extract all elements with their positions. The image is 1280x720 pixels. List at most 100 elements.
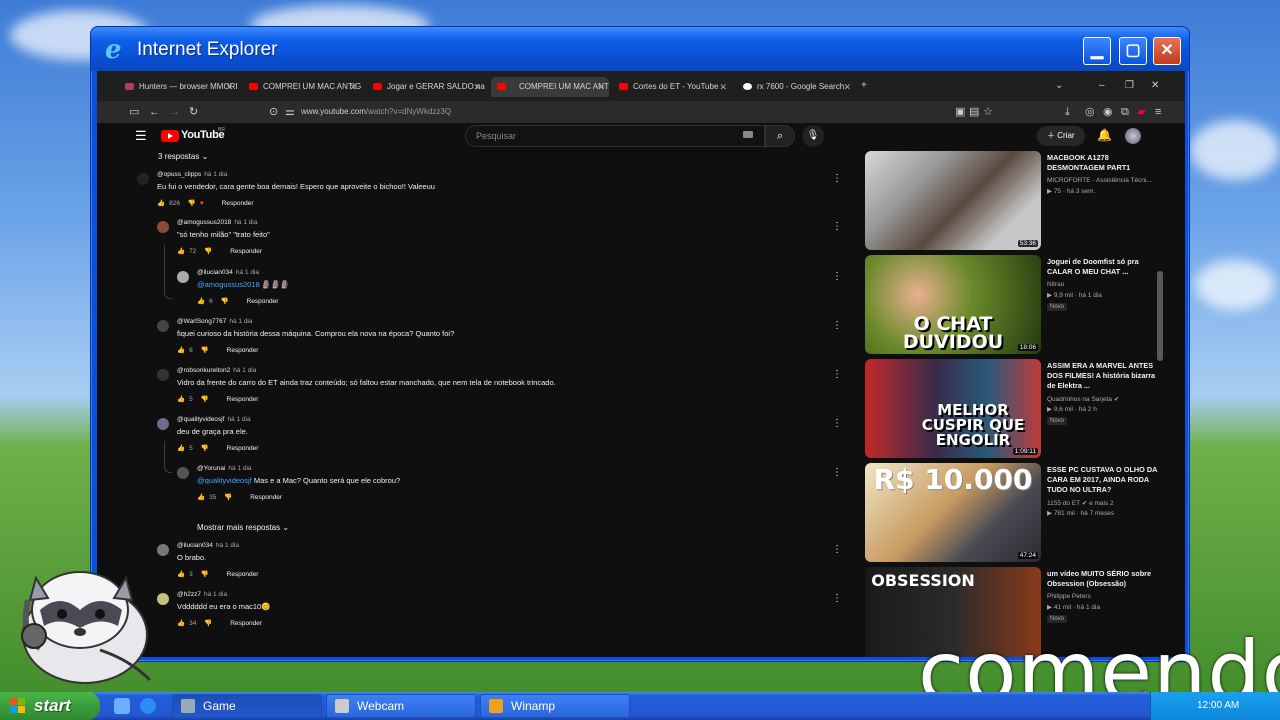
hamburger-menu-icon[interactable]: ☰ [135, 128, 147, 144]
forward-icon[interactable]: → [169, 104, 180, 120]
browser-minimize-icon[interactable]: – [1099, 77, 1105, 95]
site-settings-icon[interactable]: ⚌ [285, 104, 295, 120]
create-button[interactable]: ＋ Criar [1037, 126, 1085, 146]
reply-button[interactable]: Responder [227, 396, 259, 403]
account-icon[interactable]: ◉ [1103, 104, 1113, 120]
comment-time[interactable]: há 1 dia [236, 269, 259, 276]
comment-author[interactable]: @qualityvideosjf [177, 416, 224, 423]
video-title[interactable]: um vídeo MUITO SÉRIO sobre Obsession (Ob… [1047, 569, 1159, 589]
screenshot-icon[interactable]: ▣ [955, 104, 965, 120]
scrollbar[interactable] [1157, 271, 1163, 361]
avatar[interactable] [177, 467, 189, 479]
quicklaunch-desktop-icon[interactable] [114, 698, 130, 714]
notifications-bell-icon[interactable]: 🔔 [1097, 128, 1112, 142]
dislike-icon[interactable]: 👎 [201, 395, 209, 403]
more-options-icon[interactable]: ⋮ [832, 593, 842, 604]
more-options-icon[interactable]: ⋮ [832, 320, 842, 331]
bookmark-star-icon[interactable]: ☆ [983, 104, 993, 120]
reply-button[interactable]: Responder [227, 347, 259, 354]
comment-time[interactable]: há 1 dia [216, 542, 239, 549]
tab-mac-active[interactable]: COMPREI UM MAC ANTIG ✕ [491, 77, 609, 97]
avatar[interactable] [157, 418, 169, 430]
tab-hunters[interactable]: Hunters — browser MMORPG ✕ [119, 77, 237, 97]
comment-author[interactable]: @ilucian034 [177, 542, 213, 549]
minimize-button[interactable]: ▁ [1083, 37, 1111, 65]
more-options-icon[interactable]: ⋮ [832, 544, 842, 555]
dislike-icon[interactable]: 👎 [201, 346, 209, 354]
video-thumbnail[interactable]: 53:36 [865, 151, 1041, 250]
like-icon[interactable]: 👍 [177, 444, 185, 452]
video-title[interactable]: MACBOOK A1278 DESMONTAGEM PART1 [1047, 153, 1159, 173]
start-button[interactable]: start [0, 692, 100, 720]
video-card[interactable]: R$ 10.000 47:24 ESSE PC CUSTAVA O OLHO D… [865, 463, 1165, 563]
like-icon[interactable]: 👍 [177, 247, 185, 255]
like-icon[interactable]: 👍 [197, 297, 205, 305]
address-bar[interactable]: www.youtube.com/watch?v=dNyWkdzz3Q [301, 103, 971, 121]
dislike-icon[interactable]: 👎 [188, 199, 196, 207]
comment-time[interactable]: há 1 dia [234, 219, 257, 226]
youtube-logo-icon[interactable] [161, 130, 179, 142]
comment-time[interactable]: há 1 dia [233, 367, 256, 374]
search-button[interactable]: ⌕ [765, 125, 795, 147]
reload-icon[interactable]: ↻ [189, 104, 198, 120]
close-tab-icon[interactable]: ✕ [349, 77, 357, 97]
like-icon[interactable]: 👍 [177, 346, 185, 354]
close-tab-icon[interactable]: ✕ [597, 77, 605, 97]
browser-close-icon[interactable]: ✕ [1151, 77, 1159, 95]
search-input[interactable]: Pesquisar [465, 125, 765, 147]
comment-author[interactable]: @ilucian034 [197, 269, 233, 276]
tab-steam[interactable]: Jogar e GERAR SALDO na STEAM ✕ [367, 77, 485, 97]
taskbar-item-game[interactable]: Game [172, 694, 322, 718]
reply-button[interactable]: Responder [227, 571, 259, 578]
like-icon[interactable]: 👍 [177, 570, 185, 578]
comment-time[interactable]: há 1 dia [228, 465, 251, 472]
comment-author[interactable]: @h2zz7 [177, 591, 201, 598]
sidebar-toggle-icon[interactable]: ▭ [129, 104, 139, 120]
comment-author[interactable]: @robsonkureiton2 [177, 367, 230, 374]
tab-list-chevron-icon[interactable]: ⌄ [1055, 77, 1063, 95]
site-info-icon[interactable]: ⊙ [269, 104, 278, 120]
comment-time[interactable]: há 1 dia [204, 591, 227, 598]
replies-toggle[interactable]: 3 respostas ⌄ [158, 152, 208, 161]
more-options-icon[interactable]: ⋮ [832, 467, 842, 478]
mention-link[interactable]: @amogussus2018 [197, 280, 260, 289]
like-icon[interactable]: 👍 [177, 619, 185, 627]
reply-button[interactable]: Responder [230, 248, 262, 255]
keyboard-icon[interactable] [743, 131, 753, 138]
dislike-icon[interactable]: 👎 [221, 297, 229, 305]
avatar[interactable] [157, 221, 169, 233]
channel-name[interactable]: MICROFORTE - Assistência Técni... [1047, 177, 1152, 184]
channel-name[interactable]: Quadrinhos na Sarjeta ✔ [1047, 395, 1119, 403]
comment-author[interactable]: @WarlSong7767 [177, 318, 226, 325]
like-icon[interactable]: 👍 [177, 395, 185, 403]
clock[interactable]: 12:00 AM [1197, 700, 1239, 711]
more-options-icon[interactable]: ⋮ [832, 271, 842, 282]
close-tab-icon[interactable]: ✕ [843, 77, 851, 97]
comment-author[interactable]: @amogussus2018 [177, 219, 231, 226]
video-title[interactable]: Joguei de Doomfist só pra CALAR O MEU CH… [1047, 257, 1159, 277]
reply-button[interactable]: Responder [222, 200, 254, 207]
avatar[interactable] [1125, 128, 1141, 144]
tab-mac-1[interactable]: COMPREI UM MAC ANTIGO 3 ✕ [243, 77, 361, 97]
reply-button[interactable]: Responder [247, 298, 279, 305]
dislike-icon[interactable]: 👎 [204, 247, 212, 255]
more-options-icon[interactable]: ⋮ [832, 418, 842, 429]
reply-button[interactable]: Responder [250, 494, 282, 501]
gift-icon[interactable]: ▰ [1137, 104, 1145, 120]
more-options-icon[interactable]: ⋮ [832, 369, 842, 380]
microphone-icon[interactable]: 🎙 [802, 125, 824, 147]
comment-author[interactable]: @opuss_clipps [157, 171, 201, 178]
download-icon[interactable]: ⤓ [1065, 104, 1070, 120]
history-icon[interactable]: ◎ [1085, 104, 1095, 120]
dislike-icon[interactable]: 👎 [201, 570, 209, 578]
menu-icon[interactable]: ≡ [1155, 104, 1161, 120]
dislike-icon[interactable]: 👎 [201, 444, 209, 452]
browser-restore-icon[interactable]: ❐ [1125, 77, 1134, 95]
channel-name[interactable]: Philippe Peters [1047, 593, 1091, 600]
video-thumbnail[interactable]: O CHAT DUVIDOU 18:06 [865, 255, 1041, 354]
channel-name[interactable]: Nitrao [1047, 281, 1064, 288]
like-icon[interactable]: 👍 [157, 199, 165, 207]
like-icon[interactable]: 👍 [197, 493, 205, 501]
reader-icon[interactable]: ▤ [969, 104, 979, 120]
avatar[interactable] [137, 173, 149, 185]
